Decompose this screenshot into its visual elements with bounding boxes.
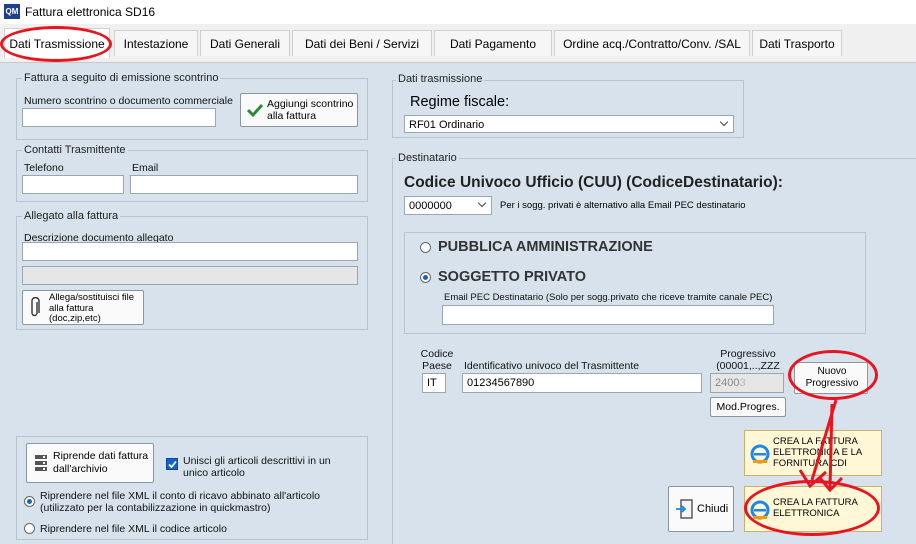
annotation-arrows: [798, 399, 844, 493]
